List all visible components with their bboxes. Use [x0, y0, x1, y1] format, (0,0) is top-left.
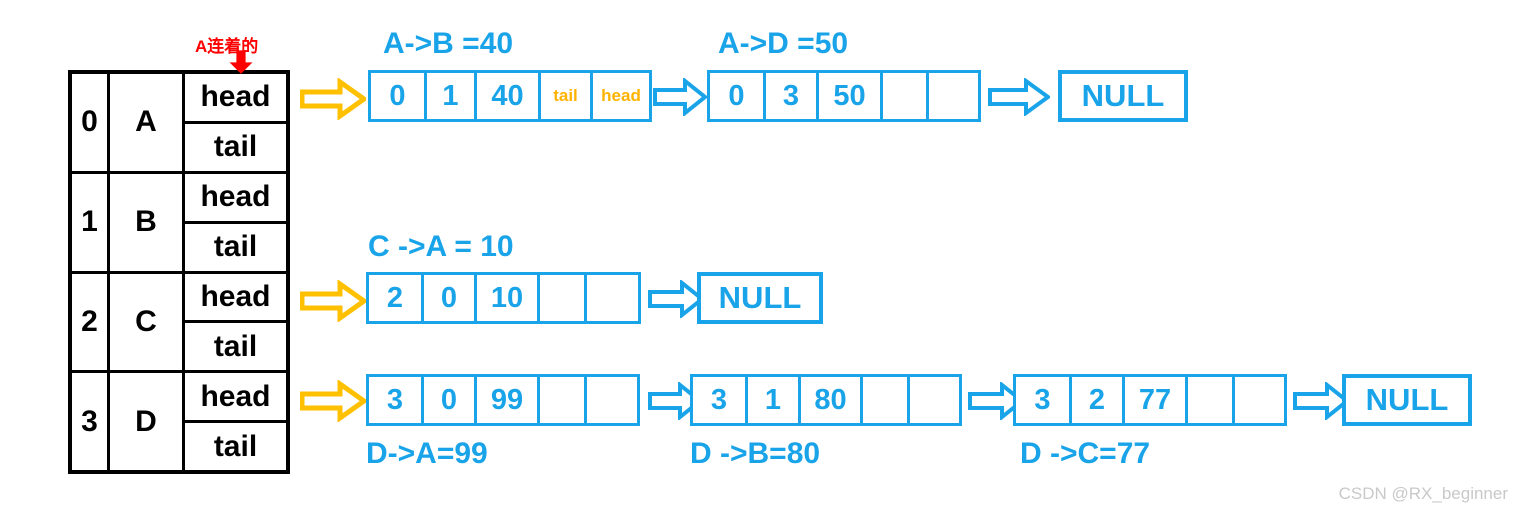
node-cell-dst: 0 [424, 377, 477, 423]
row-pointers: head tail [185, 274, 286, 371]
node-cell-dst: 1 [748, 377, 801, 423]
node-cell-src: 2 [369, 275, 424, 321]
yellow-arrow-icon-c [300, 280, 366, 322]
edge-label-a-b: A->B =40 [383, 27, 514, 60]
head-pointer-cell: head [185, 174, 286, 224]
row-vertex: D [110, 373, 185, 470]
null-box-c: NULL [697, 272, 823, 324]
adjacency-list-table: 0 A head tail 1 B head tail 2 C head tai… [68, 70, 290, 474]
edge-label-d-c: D ->C=77 [1020, 437, 1151, 470]
tail-pointer-cell: tail [213, 130, 258, 164]
node-cell-weight: 10 [477, 275, 540, 321]
node-cell-dst: 1 [427, 73, 477, 119]
row-vertex: C [110, 273, 185, 371]
row-index: 0 [72, 74, 110, 171]
blue-arrow-icon-a1 [653, 78, 707, 116]
node-cell-src: 3 [1016, 377, 1072, 423]
node-cell-weight: 50 [819, 73, 883, 119]
node-cell-dst: 2 [1072, 377, 1125, 423]
diagram-canvas: 0 A head tail 1 B head tail 2 C head tai… [0, 0, 1522, 512]
node-cell-empty [910, 377, 956, 423]
node-cell-src: 3 [693, 377, 748, 423]
node-cell-empty [929, 73, 978, 119]
tail-pointer-cell: tail [213, 429, 258, 463]
down-arrow-icon [229, 50, 253, 74]
list-node-d3: 3 2 77 [1013, 374, 1287, 426]
node-cell-weight: 77 [1125, 377, 1188, 423]
node-cell-empty [540, 275, 587, 321]
row-pointers: head tail [185, 174, 286, 271]
row-index: 1 [72, 173, 110, 271]
list-node-a1: 0 1 40 tail head [368, 70, 652, 122]
tail-pointer-cell: tail [213, 230, 258, 264]
list-node-d2: 3 1 80 [690, 374, 962, 426]
head-pointer-cell: head [185, 373, 286, 424]
row-pointers: head tail [185, 373, 286, 470]
row-vertex: B [110, 173, 185, 271]
node-cell-empty [540, 377, 587, 423]
list-node-a2: 0 3 50 [707, 70, 981, 122]
blue-arrow-icon-d3 [1293, 382, 1349, 420]
edge-label-d-a: D->A=99 [366, 437, 488, 470]
node-cell-weight: 80 [801, 377, 863, 423]
null-box-a: NULL [1058, 70, 1188, 122]
table-row: 1 B head tail [72, 173, 286, 274]
node-cell-src: 0 [371, 73, 427, 119]
node-cell-empty [587, 275, 635, 321]
node-cell-empty [1235, 377, 1281, 423]
row-pointers: head tail [185, 74, 286, 171]
node-cell-tail-note: tail [541, 73, 593, 119]
node-cell-empty [883, 73, 929, 119]
edge-label-a-d: A->D =50 [718, 27, 849, 60]
head-pointer-cell: head [185, 274, 286, 324]
yellow-arrow-icon-d [300, 380, 366, 422]
blue-arrow-icon-c1 [648, 280, 704, 318]
node-cell-dst: 3 [766, 73, 819, 119]
row-vertex: A [110, 74, 185, 171]
list-node-d1: 3 0 99 [366, 374, 640, 426]
list-node-c1: 2 0 10 [366, 272, 641, 324]
head-pointer-cell: head [185, 74, 286, 124]
node-cell-head-note: head [601, 86, 641, 105]
row-index: 2 [72, 273, 110, 371]
node-cell-empty [587, 377, 634, 423]
table-row: 3 D head tail [72, 373, 286, 470]
table-row: 0 A head tail [72, 74, 286, 174]
yellow-arrow-icon-a [300, 78, 366, 120]
node-cell-empty [1188, 377, 1235, 423]
node-cell-weight: 99 [477, 377, 540, 423]
blue-arrow-icon-a2 [988, 78, 1050, 116]
node-cell-weight: 40 [477, 73, 541, 119]
edge-label-c-a: C ->A = 10 [368, 230, 514, 263]
node-cell-empty [863, 377, 910, 423]
node-cell-src: 0 [710, 73, 766, 119]
null-box-d: NULL [1342, 374, 1472, 426]
watermark: CSDN @RX_beginner [1338, 484, 1508, 503]
row-index: 3 [72, 373, 110, 470]
node-cell-src: 3 [369, 377, 424, 423]
table-row: 2 C head tail [72, 273, 286, 374]
edge-label-d-b: D ->B=80 [690, 437, 821, 470]
tail-pointer-cell: tail [213, 329, 258, 363]
node-cell-dst: 0 [424, 275, 477, 321]
